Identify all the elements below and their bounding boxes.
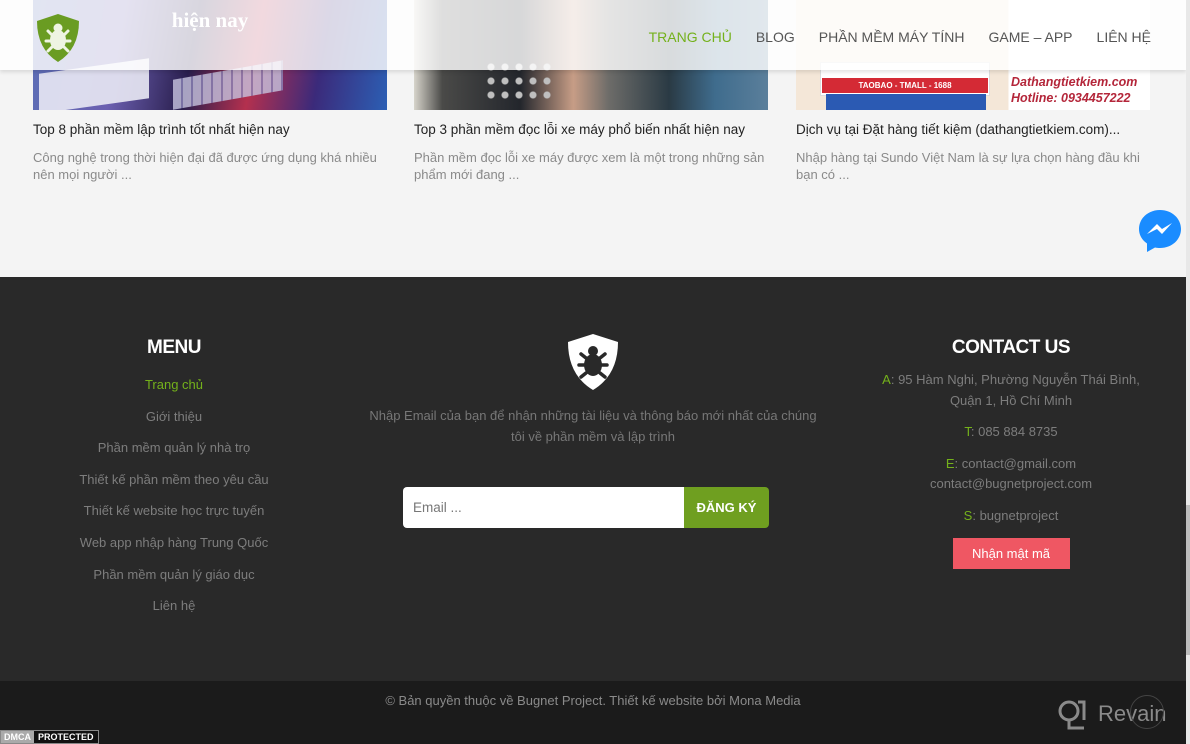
get-password-button[interactable]: Nhận mật mã: [952, 538, 1070, 569]
page-scrollbar[interactable]: [1186, 0, 1190, 744]
thumbnail-band-text: TAOBAO - TMALL - 1688: [822, 78, 988, 93]
nav-computer-software[interactable]: PHẦN MỀM MÁY TÍNH: [819, 29, 965, 45]
phone-label: T: [964, 424, 971, 439]
footer-menu-item-elearning-website[interactable]: Thiết kế website học trực tuyến: [64, 503, 284, 535]
scrollbar-thumb[interactable]: [1186, 505, 1190, 655]
bug-shield-icon: [568, 334, 618, 390]
dmca-label: DMCA: [1, 731, 34, 743]
footer-menu-item-about[interactable]: Giới thiệu: [64, 409, 284, 441]
post-title[interactable]: Top 8 phần mềm lập trình tốt nhất hiện n…: [33, 122, 387, 137]
dmca-badge[interactable]: DMCA PROTECTED: [0, 730, 99, 744]
post-excerpt: Phần mềm đọc lỗi xe máy được xem là một …: [414, 150, 765, 182]
contact-section: CONTACT US A: 95 Hàm Nghi, Phường Nguyễn…: [880, 337, 1142, 569]
main-nav: TRANG CHỦ BLOG PHẦN MỀM MÁY TÍNH GAME – …: [649, 29, 1151, 45]
subscribe-button[interactable]: ĐĂNG KÝ: [684, 487, 769, 528]
address-label: A: [882, 372, 891, 387]
dmca-protected-label: PROTECTED: [34, 731, 98, 743]
email-input[interactable]: [403, 487, 684, 528]
nav-game-app[interactable]: GAME – APP: [988, 29, 1072, 45]
skype-label: S: [963, 507, 973, 523]
contact-email: E: contact@gmail.com contact@bugnetproje…: [929, 455, 1093, 492]
post-excerpt: Công nghệ trong thời hiện đại đã được ứn…: [33, 150, 377, 182]
messenger-icon[interactable]: [1137, 208, 1183, 254]
email-label: E: [945, 455, 955, 471]
footer-menu: MENU Trang chủ Giới thiệu Phần mềm quản …: [64, 337, 284, 630]
post-title[interactable]: Top 3 phần mềm đọc lỗi xe máy phổ biến n…: [414, 122, 768, 137]
copyright-bar: © Bản quyền thuộc về Bugnet Project. Thi…: [0, 681, 1186, 744]
bug-shield-logo-icon[interactable]: [35, 13, 81, 63]
contact-skype: S: bugnetproject: [963, 507, 1059, 523]
thumbnail-brand-text: Dathangtietkiem.com Hotline: 0934457222: [1011, 74, 1137, 106]
brand-hotline: Hotline: 0934457222: [1011, 91, 1131, 105]
skype-value[interactable]: bugnetproject: [980, 508, 1059, 523]
footer-menu-item-home[interactable]: Trang chủ: [64, 377, 284, 409]
revain-logo-icon: [1058, 700, 1086, 730]
post-title[interactable]: Dịch vụ tại Đặt hàng tiết kiệm (dathangt…: [796, 122, 1150, 137]
brand-site: Dathangtietkiem.com: [1011, 75, 1138, 89]
site-footer: MENU Trang chủ Giới thiệu Phần mềm quản …: [0, 277, 1186, 681]
nav-blog[interactable]: BLOG: [756, 29, 795, 45]
newsletter-text: Nhập Email của bạn để nhận những tài liệ…: [369, 408, 817, 444]
footer-menu-item-education-software[interactable]: Phần mềm quản lý giáo dục: [64, 567, 284, 599]
phone-value[interactable]: 085 884 8735: [978, 424, 1058, 439]
shirt-graphic: [826, 94, 986, 110]
footer-menu-item-china-import-app[interactable]: Web app nhập hàng Trung Quốc: [64, 535, 284, 567]
scroll-to-top-button[interactable]: [1130, 695, 1164, 729]
copyright-text: © Bản quyền thuộc về Bugnet Project. Thi…: [385, 693, 801, 708]
footer-menu-list: Trang chủ Giới thiệu Phần mềm quản lý nh…: [64, 377, 284, 630]
contact-phone: T: 085 884 8735: [964, 424, 1058, 439]
newsletter-section: Nhập Email của bạn để nhận những tài liệ…: [360, 333, 826, 528]
email-value-2[interactable]: contact@bugnetproject.com: [930, 476, 1092, 491]
contact-heading: CONTACT US: [951, 337, 1071, 358]
site-header: TRANG CHỦ BLOG PHẦN MỀM MÁY TÍNH GAME – …: [0, 0, 1186, 70]
nav-contact[interactable]: LIÊN HỆ: [1097, 29, 1151, 45]
footer-menu-heading: MENU: [147, 337, 201, 358]
address-value: 95 Hàm Nghi, Phường Nguyễn Thái Bình, Qu…: [898, 372, 1140, 408]
email-value-1[interactable]: contact@gmail.com: [962, 456, 1076, 471]
footer-menu-item-rental-software[interactable]: Phần mềm quản lý nhà trọ: [64, 440, 284, 472]
newsletter-form: ĐĂNG KÝ: [403, 487, 769, 528]
footer-menu-item-contact[interactable]: Liên hệ: [64, 598, 284, 630]
contact-address: A: 95 Hàm Nghi, Phường Nguyễn Thái Bình,…: [882, 372, 1140, 408]
footer-menu-item-custom-software[interactable]: Thiết kế phần mềm theo yêu cầu: [64, 472, 284, 504]
post-excerpt: Nhập hàng tại Sundo Việt Nam là sự lựa c…: [796, 150, 1140, 182]
nav-home[interactable]: TRANG CHỦ: [649, 29, 732, 45]
